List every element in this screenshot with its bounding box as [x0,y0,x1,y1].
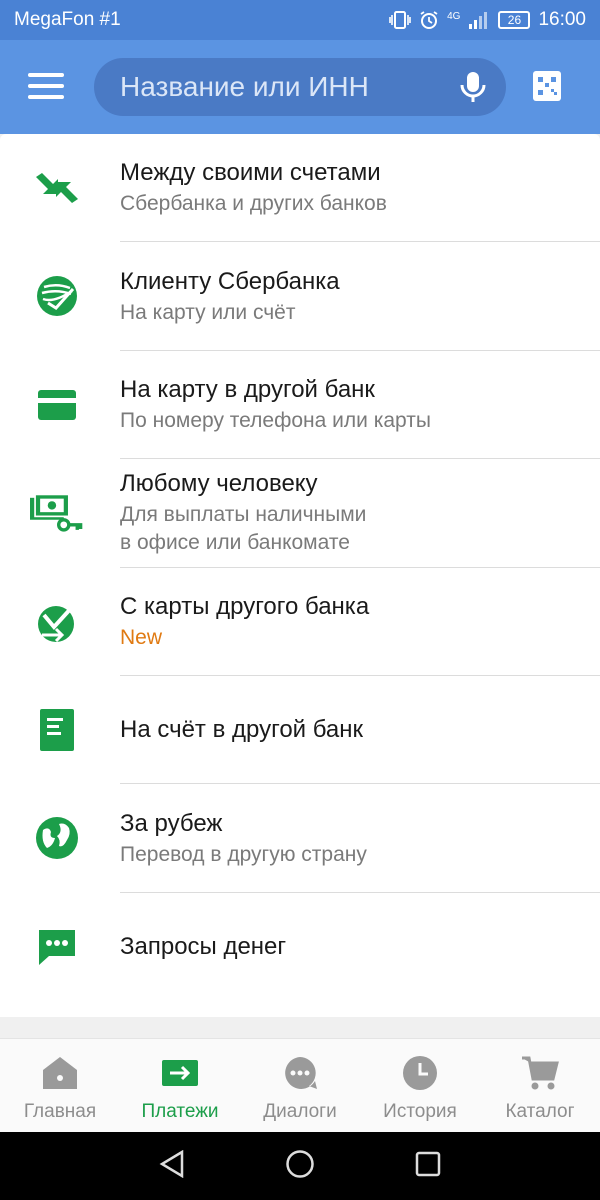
document-icon [30,703,84,757]
item-title: На счёт в другой банк [120,716,364,744]
sberbank-logo-icon [30,269,84,323]
nav-label: Диалоги [263,1101,337,1122]
nav-payments[interactable]: Платежи [120,1039,240,1132]
list-item-abroad[interactable]: За рубеж Перевод в другую страну [0,784,600,893]
mic-icon[interactable] [456,70,490,104]
item-title: Любому человеку [120,470,318,498]
nav-dialogs[interactable]: Диалоги [240,1039,360,1132]
globe-icon [30,811,84,865]
item-subtitle: Перевод в другую страну [120,842,367,866]
item-subtitle: Сбербанка и других банков [120,192,387,216]
battery-icon: 26 [498,11,531,29]
list-item-between-accounts[interactable]: Между своими счетами Сбербанка и других … [0,134,600,243]
battery-level: 26 [507,13,522,27]
history-icon [400,1053,440,1093]
item-title: Между своими счетами [120,159,381,187]
item-subtitle: По номеру телефона или карты [120,408,431,432]
menu-button[interactable] [28,73,64,101]
cash-key-icon [30,486,84,540]
home-circle-icon[interactable] [285,1149,315,1184]
qr-scan-icon[interactable] [532,70,562,102]
signal-icon [469,12,488,29]
card-icon [30,378,84,432]
item-title: Клиенту Сбербанка [120,267,340,295]
clock: 16:00 [538,9,586,30]
new-badge: New [120,625,163,649]
network-type: 4G [447,11,461,22]
nav-label: Главная [23,1101,97,1122]
accounts-transfer-icon [30,161,84,215]
back-icon[interactable] [159,1149,185,1183]
search-box[interactable] [94,58,506,116]
list-item-sberbank-client[interactable]: Клиенту Сбербанка На карту или счёт [0,242,600,351]
item-subtitle-line2: в офисе или банкомате [120,531,350,555]
list-item-card-other-bank[interactable]: На карту в другой банк По номеру телефон… [0,351,600,460]
list-item-money-requests[interactable]: Запросы денег [0,893,600,1001]
hamburger-line [28,73,64,77]
search-input[interactable] [120,71,440,103]
item-subtitle: Для выплаты наличными [120,503,367,527]
nav-label: Платежи [141,1101,219,1122]
incoming-transfer-icon [30,595,84,649]
bottom-nav: Главная Платежи Диалоги История Каталог [0,1038,600,1132]
recents-square-icon[interactable] [415,1151,441,1182]
cart-icon [520,1053,560,1093]
list-item-any-person[interactable]: Любому человеку Для выплаты наличными в … [0,459,600,568]
item-title: За рубеж [120,809,223,837]
nav-label: История [383,1101,457,1122]
item-title: На карту в другой банк [120,375,375,403]
transfers-list: Между своими счетами Сбербанка и других … [0,134,600,1017]
list-item-account-other-bank[interactable]: На счёт в другой банк [0,676,600,785]
chat-request-icon [30,920,84,974]
home-icon [40,1053,80,1093]
list-item-from-other-bank-card[interactable]: С карты другого банка New [0,568,600,676]
payments-icon [160,1053,200,1093]
nav-history[interactable]: История [360,1039,480,1132]
hamburger-line [28,84,64,88]
hamburger-line [28,95,64,99]
item-title: С карты другого банка [120,592,370,620]
alarm-icon [420,11,438,29]
system-nav-bar [0,1132,600,1200]
nav-home[interactable]: Главная [0,1039,120,1132]
vibrate-icon [389,11,411,29]
dialogs-icon [280,1053,320,1093]
item-subtitle: На карту или счёт [120,300,296,324]
nav-label: Каталог [505,1101,575,1122]
status-bar: MegaFon #1 4G 26 16:00 [0,0,600,40]
status-icons: 4G 26 16:00 [389,9,586,31]
app-bar [0,40,600,134]
item-title: Запросы денег [120,932,287,960]
nav-catalog[interactable]: Каталог [480,1039,600,1132]
carrier-name: MegaFon #1 [14,9,121,30]
